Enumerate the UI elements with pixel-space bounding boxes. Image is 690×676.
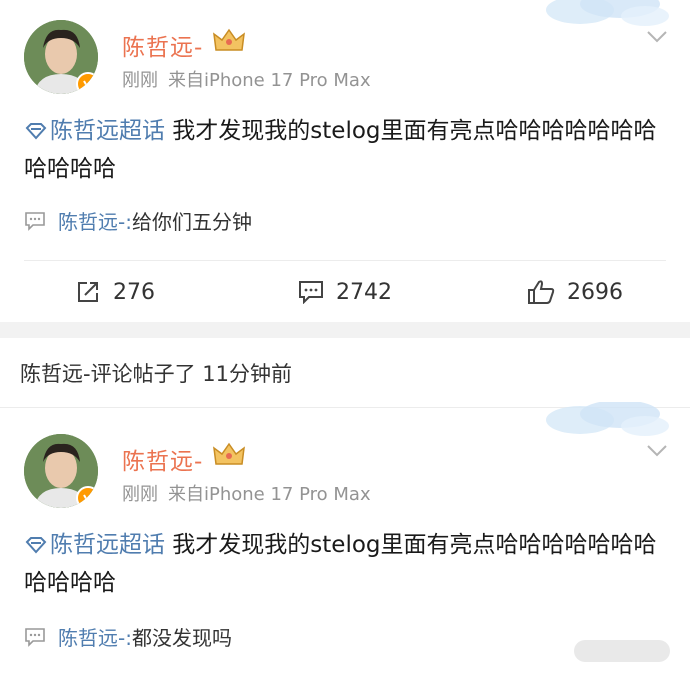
comment-icon [299,281,323,304]
divider [24,260,666,261]
like-count: 2696 [567,279,623,305]
crown-icon [213,28,245,51]
cloud-decoration-icon [546,402,669,436]
like-icon [528,280,555,304]
repost-icon [78,282,98,302]
comment-author[interactable]: 陈哲远-: [58,206,132,235]
comment-icon [25,211,45,231]
activity-text: 陈哲远-评论帖子了 11分钟前 [20,361,292,386]
section-gap [0,322,690,338]
post-source: 来自iPhone 17 Pro Max [168,70,371,91]
post-text: 陈哲远超话 我才发现我的stelog里面有亮点哈哈哈哈哈哈哈哈哈哈哈 [24,112,668,188]
topic-label: 陈哲远超话 [50,118,165,144]
chevron-down-icon[interactable] [646,30,668,44]
comment-button[interactable]: 2742 [230,270,460,314]
topic-link[interactable]: 陈哲远超话 [24,118,165,144]
verified-badge-icon [76,486,98,508]
post-time: 刚刚 [122,70,158,91]
action-bar: 276 2742 2696 [0,270,690,314]
comment-count: 2742 [336,279,392,305]
avatar[interactable] [24,434,98,508]
repost-count: 276 [113,279,155,305]
cloud-decoration-icon [546,0,669,26]
post-card[interactable] [0,402,690,676]
like-button[interactable]: 2696 [460,270,690,314]
verified-badge-icon [76,72,98,94]
topic-diamond-icon [25,123,47,140]
comment-text: 给你们五分钟 [131,210,252,234]
post-meta: 刚刚 来自iPhone 17 Pro Max [122,66,371,92]
avatar[interactable] [24,20,98,94]
author-name[interactable]: 陈哲远- [122,28,203,62]
repost-button[interactable]: 276 [0,270,230,314]
featured-comment[interactable]: 陈哲远-: 给你们五分钟 [24,206,252,235]
activity-line: 陈哲远-评论帖子了 11分钟前 [0,338,690,408]
post-card[interactable]: 陈哲远- 刚刚 来自iPhone 17 Pro Max 陈哲远超话 我才发现我的s… [0,0,690,322]
